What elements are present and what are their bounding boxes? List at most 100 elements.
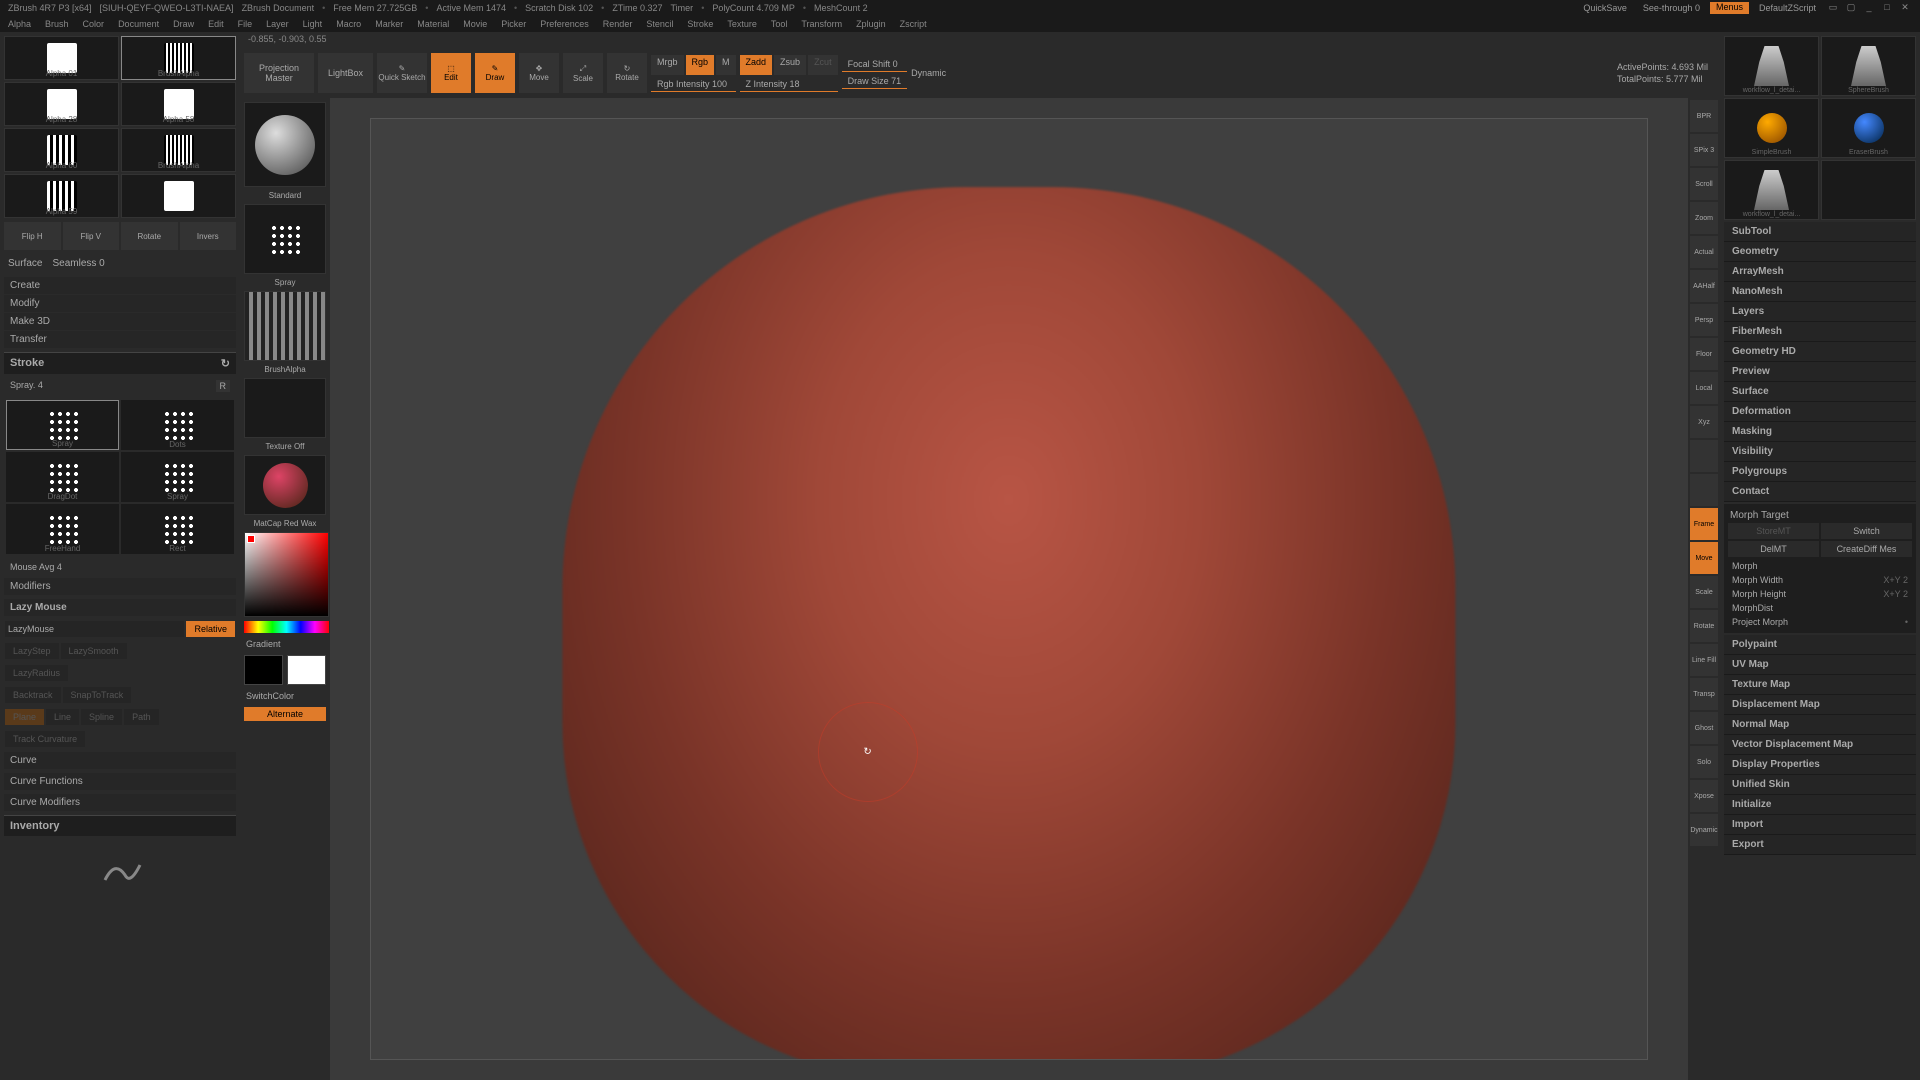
section-polygroups[interactable]: Polygroups	[1724, 462, 1916, 482]
flip-h-btn[interactable]: Flip H	[4, 222, 61, 250]
lightbox-btn[interactable]: LightBox	[318, 53, 373, 93]
alpha-thumb[interactable]: BrushAlpha	[121, 36, 236, 80]
zsub-btn[interactable]: Zsub	[774, 55, 806, 75]
rtool-rotate[interactable]: Rotate	[1690, 610, 1718, 642]
z-intensity[interactable]: Z Intensity 18	[740, 77, 838, 92]
tool-thumb[interactable]: workflow_l_detai...	[1724, 36, 1819, 96]
lazymouse-btn[interactable]: LazyMouse	[5, 621, 184, 637]
menu-render[interactable]: Render	[603, 19, 633, 29]
surface-label[interactable]: Surface	[8, 258, 42, 269]
menus-button[interactable]: Menus	[1710, 2, 1749, 14]
menu-stencil[interactable]: Stencil	[646, 19, 673, 29]
section-polypaint[interactable]: Polypaint	[1724, 635, 1916, 655]
min-icon[interactable]: ▭	[1826, 2, 1840, 14]
menu-marker[interactable]: Marker	[375, 19, 403, 29]
relative-btn[interactable]: Relative	[186, 621, 235, 637]
swatch-secondary[interactable]	[287, 655, 326, 685]
section-initialize[interactable]: Initialize	[1724, 795, 1916, 815]
mrgb-btn[interactable]: Mrgb	[651, 55, 684, 75]
rtool-xpose[interactable]: Xpose	[1690, 780, 1718, 812]
section-displacement-map[interactable]: Displacement Map	[1724, 695, 1916, 715]
section-geometry[interactable]: Geometry	[1724, 242, 1916, 262]
alpha-thumb[interactable]: Alpha 60	[4, 128, 119, 172]
stroke-dragdot[interactable]: DragDot	[6, 452, 119, 502]
alpha-thumb[interactable]: Alpha 59	[4, 174, 119, 218]
rgb-btn[interactable]: Rgb	[686, 55, 715, 75]
menu-draw[interactable]: Draw	[173, 19, 194, 29]
section-display-properties[interactable]: Display Properties	[1724, 755, 1916, 775]
inventory-header[interactable]: Inventory	[4, 815, 236, 836]
rtool-move[interactable]: Move	[1690, 542, 1718, 574]
creatediff-btn[interactable]: CreateDiff Mes	[1821, 541, 1912, 557]
rtool-scale[interactable]: Scale	[1690, 576, 1718, 608]
draw-size[interactable]: Draw Size 71	[842, 74, 908, 89]
menu-document[interactable]: Document	[118, 19, 159, 29]
rtool-floor[interactable]: Floor	[1690, 338, 1718, 370]
zadd-btn[interactable]: Zadd	[740, 55, 773, 75]
section-nanomesh[interactable]: NanoMesh	[1724, 282, 1916, 302]
seethrough-slider[interactable]: See-through 0	[1637, 2, 1706, 14]
restore-icon[interactable]: ▢	[1844, 2, 1858, 14]
viewport-canvas[interactable]	[370, 118, 1648, 1060]
menu-transform[interactable]: Transform	[801, 19, 842, 29]
transfer-btn[interactable]: Transfer	[4, 331, 236, 348]
rtool-frame[interactable]: Frame	[1690, 508, 1718, 540]
brush-preview[interactable]	[244, 102, 326, 187]
modify-btn[interactable]: Modify	[4, 295, 236, 312]
rtool-xyz[interactable]: Xyz	[1690, 406, 1718, 438]
section-layers[interactable]: Layers	[1724, 302, 1916, 322]
menu-stroke[interactable]: Stroke	[687, 19, 713, 29]
menu-texture[interactable]: Texture	[727, 19, 757, 29]
section-deformation[interactable]: Deformation	[1724, 402, 1916, 422]
section-vector-displacement map[interactable]: Vector Displacement Map	[1724, 735, 1916, 755]
rgb-intensity[interactable]: Rgb Intensity 100	[651, 77, 736, 92]
rtool-dynamic[interactable]: Dynamic	[1690, 814, 1718, 846]
create-btn[interactable]: Create	[4, 277, 236, 294]
rtool-actual[interactable]: Actual	[1690, 236, 1718, 268]
edit-mode-btn[interactable]: ⬚Edit	[431, 53, 471, 93]
make-3d-btn[interactable]: Make 3D	[4, 313, 236, 330]
rtool-aahalf[interactable]: AAHalf	[1690, 270, 1718, 302]
rtool-ghost[interactable]: Ghost	[1690, 712, 1718, 744]
rotate-btn[interactable]: Rotate	[121, 222, 178, 250]
section-unified-skin[interactable]: Unified Skin	[1724, 775, 1916, 795]
menu-tool[interactable]: Tool	[771, 19, 788, 29]
draw-mode-btn[interactable]: ✎Draw	[475, 53, 515, 93]
section-arraymesh[interactable]: ArrayMesh	[1724, 262, 1916, 282]
section-visibility[interactable]: Visibility	[1724, 442, 1916, 462]
zcut-btn[interactable]: Zcut	[808, 55, 838, 75]
menu-file[interactable]: File	[238, 19, 253, 29]
hue-strip[interactable]	[244, 621, 329, 633]
menu-light[interactable]: Light	[303, 19, 323, 29]
tool-thumb[interactable]: SphereBrush	[1821, 36, 1916, 96]
rotate-mode-btn[interactable]: ↻Rotate	[607, 53, 647, 93]
menu-layer[interactable]: Layer	[266, 19, 289, 29]
quicksketch-btn[interactable]: ✎Quick Sketch	[377, 53, 427, 93]
defaultzscript-button[interactable]: DefaultZScript	[1753, 2, 1822, 14]
move-mode-btn[interactable]: ✥Move	[519, 53, 559, 93]
section-import[interactable]: Import	[1724, 815, 1916, 835]
invers-btn[interactable]: Invers	[180, 222, 237, 250]
section-fibermesh[interactable]: FiberMesh	[1724, 322, 1916, 342]
max-icon[interactable]: □	[1880, 2, 1894, 14]
menu-preferences[interactable]: Preferences	[540, 19, 589, 29]
rtool-local[interactable]: Local	[1690, 372, 1718, 404]
menu-movie[interactable]: Movie	[463, 19, 487, 29]
alpha-thumb[interactable]: Alpha 01	[4, 36, 119, 80]
curve-section[interactable]: Curve	[4, 752, 236, 769]
scale-mode-btn[interactable]: ⤢Scale	[563, 53, 603, 93]
seamless-slider[interactable]: Seamless 0	[52, 258, 104, 269]
stroke-header[interactable]: Stroke↻	[4, 352, 236, 374]
menu-zscript[interactable]: Zscript	[900, 19, 927, 29]
rtool-solo[interactable]: Solo	[1690, 746, 1718, 778]
stroke-rect[interactable]: Rect	[121, 504, 234, 554]
tool-thumb[interactable]: EraserBrush	[1821, 98, 1916, 158]
material-preview[interactable]	[244, 455, 326, 515]
close-icon[interactable]: ✕	[1898, 2, 1912, 14]
storemt-btn[interactable]: StoreMT	[1728, 523, 1819, 539]
tool-thumb[interactable]: workflow_l_detai...	[1724, 160, 1819, 220]
focal-shift[interactable]: Focal Shift 0	[842, 57, 908, 72]
projection-master-btn[interactable]: Projection Master	[244, 53, 314, 93]
rtool-spix-3[interactable]: SPix 3	[1690, 134, 1718, 166]
menu-zplugin[interactable]: Zplugin	[856, 19, 886, 29]
